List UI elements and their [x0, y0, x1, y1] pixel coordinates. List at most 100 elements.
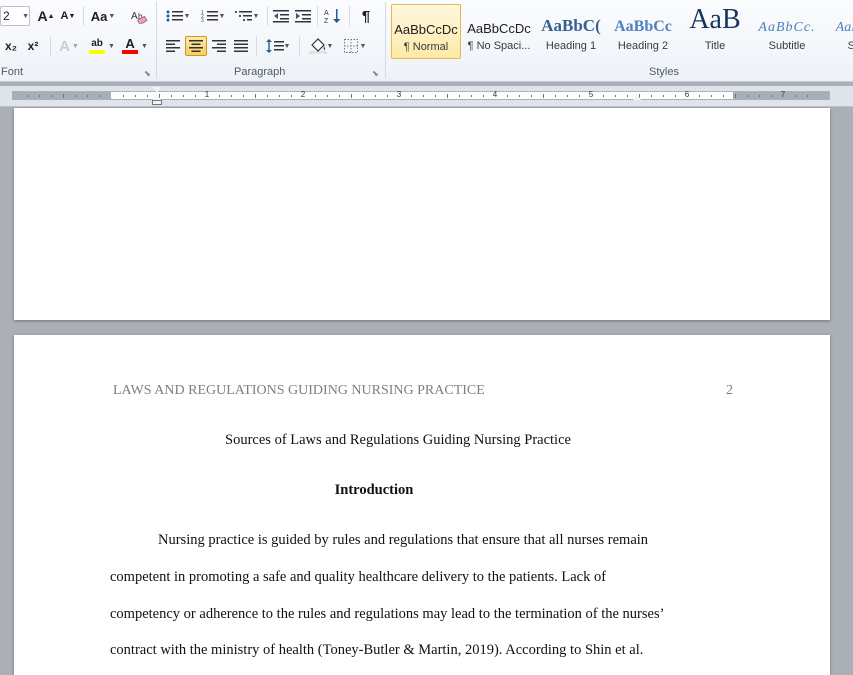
shading-button[interactable]: ▼ — [305, 36, 337, 56]
style-item-3[interactable]: AaBbC(Heading 1 — [536, 4, 606, 59]
ruler-tick — [315, 95, 316, 97]
ruler-tick — [651, 95, 652, 97]
ruler-tick — [795, 95, 796, 97]
ruler-number: 3 — [396, 90, 402, 99]
page-number: 2 — [726, 383, 733, 398]
ruler-tick — [447, 94, 448, 98]
svg-text:A: A — [324, 10, 329, 17]
bullets-icon — [166, 10, 183, 22]
page-2[interactable]: LAWS AND REGULATIONS GUIDING NURSING PRA… — [14, 335, 830, 675]
text-effects-icon: A — [59, 37, 70, 55]
highlight-color-swatch — [89, 49, 106, 54]
horizontal-ruler[interactable]: 1 2 3 4 5 6 7 — [0, 86, 853, 107]
paint-bucket-icon — [309, 38, 326, 54]
justify-button[interactable] — [231, 36, 251, 56]
borders-icon — [343, 39, 358, 53]
superscript-button[interactable]: x² — [23, 36, 43, 56]
group-separator — [156, 2, 157, 78]
ruler-tick — [483, 95, 484, 97]
ruler-tick — [135, 95, 136, 97]
left-indent-marker[interactable] — [152, 100, 162, 105]
ruler-tick — [675, 95, 676, 97]
running-head: LAWS AND REGULATIONS GUIDING NURSING PRA… — [113, 383, 485, 398]
style-sample: AaBbCc — [835, 20, 853, 35]
ruler-tick — [747, 95, 748, 97]
chevron-down-icon: ▼ — [359, 42, 367, 50]
align-center-icon — [189, 40, 203, 52]
chevron-down-icon: ▼ — [108, 42, 115, 50]
align-right-button[interactable] — [209, 36, 229, 56]
separator — [83, 6, 84, 26]
ruler-tick — [375, 95, 376, 97]
style-item-1[interactable]: AaBbCcDc ¶ Normal — [391, 4, 461, 59]
ruler-tick — [507, 95, 508, 97]
multilevel-list-icon — [234, 11, 252, 21]
ruler-tick — [615, 95, 616, 97]
sort-button[interactable]: AZ — [322, 6, 344, 26]
page-1-bottom[interactable] — [14, 108, 830, 320]
style-item-6[interactable]: AaBbCc. Subtitle — [752, 4, 822, 59]
grow-font-button[interactable]: A ▲ — [36, 6, 56, 26]
change-case-icon: Aa — [90, 8, 108, 24]
ruler-tick — [579, 95, 580, 97]
text-effects-button[interactable]: A ▼ — [55, 36, 83, 56]
style-sample: AaBbCcDc — [467, 21, 531, 36]
ruler-tick — [27, 95, 28, 97]
pilcrow-icon: ¶ — [361, 7, 371, 25]
right-indent-marker[interactable] — [633, 94, 641, 100]
style-sample: AaBbCc. — [758, 20, 816, 35]
style-item-4[interactable]: AaBbCc Heading 2 — [608, 4, 678, 59]
font-dialog-launcher-icon[interactable]: ⬊ — [144, 70, 152, 78]
ruler-number: 4 — [492, 90, 498, 99]
ruler-tick — [519, 95, 520, 97]
show-hide-marks-button[interactable]: ¶ — [355, 6, 377, 26]
bullets-button[interactable]: ▼ — [163, 6, 193, 26]
font-color-icon: A — [122, 37, 139, 54]
style-item-7[interactable]: AaBbCc Subt — [824, 4, 853, 59]
align-center-button[interactable] — [185, 36, 207, 56]
style-item-2[interactable]: AaBbCcDc ¶ No Spaci... — [464, 4, 534, 59]
chevron-down-icon: ▼ — [218, 12, 226, 20]
increase-indent-button[interactable] — [293, 6, 313, 26]
subscript-button[interactable]: x₂ — [1, 36, 21, 56]
sort-icon: AZ — [324, 9, 341, 24]
shrink-font-icon: A — [60, 10, 69, 22]
paragraph-group-label: Paragraph — [234, 66, 286, 78]
separator — [50, 36, 51, 56]
chevron-down-icon: ▼ — [326, 42, 334, 50]
separator — [349, 6, 350, 26]
ruler-tick — [51, 95, 52, 97]
highlight-text: ab — [91, 37, 103, 49]
ruler-tick — [723, 95, 724, 97]
ruler-tick — [807, 95, 808, 97]
highlight-button[interactable]: ab ▼ — [86, 36, 118, 56]
font-size-box[interactable]: 2 ▼ — [0, 6, 30, 26]
decrease-indent-button[interactable] — [271, 6, 291, 26]
numbering-button[interactable]: 123 ▼ — [197, 6, 229, 26]
increase-indent-icon — [295, 10, 311, 23]
ruler-strip: 1 2 3 4 5 6 7 — [12, 90, 830, 100]
first-line-indent-marker[interactable] — [153, 87, 161, 93]
style-name: Title — [704, 40, 726, 52]
ruler-tick — [339, 95, 340, 97]
numbering-icon: 123 — [201, 10, 218, 23]
line-spacing-button[interactable]: ▼ — [262, 36, 294, 56]
multilevel-list-button[interactable]: ▼ — [231, 6, 263, 26]
ruler-number: 6 — [684, 90, 690, 99]
shrink-font-button[interactable]: A ▼ — [58, 6, 78, 26]
clear-formatting-button[interactable]: Ab — [128, 6, 150, 26]
style-item-5[interactable]: AaB Title — [680, 4, 750, 59]
ruler-tick — [627, 95, 628, 97]
change-case-button[interactable]: Aa ▼ — [88, 6, 118, 26]
ruler-tick — [267, 95, 268, 97]
borders-button[interactable]: ▼ — [340, 36, 370, 56]
font-color-button[interactable]: A ▼ — [120, 36, 150, 56]
style-name: Subtitle — [768, 40, 806, 52]
superscript-icon: x² — [27, 39, 39, 53]
paragraph-dialog-launcher-icon[interactable]: ⬊ — [372, 70, 380, 78]
align-left-button[interactable] — [163, 36, 183, 56]
ruler-tick — [123, 95, 124, 97]
line-spacing-icon — [265, 39, 284, 53]
ruler-tick — [75, 95, 76, 97]
subscript-icon: x₂ — [4, 39, 17, 53]
